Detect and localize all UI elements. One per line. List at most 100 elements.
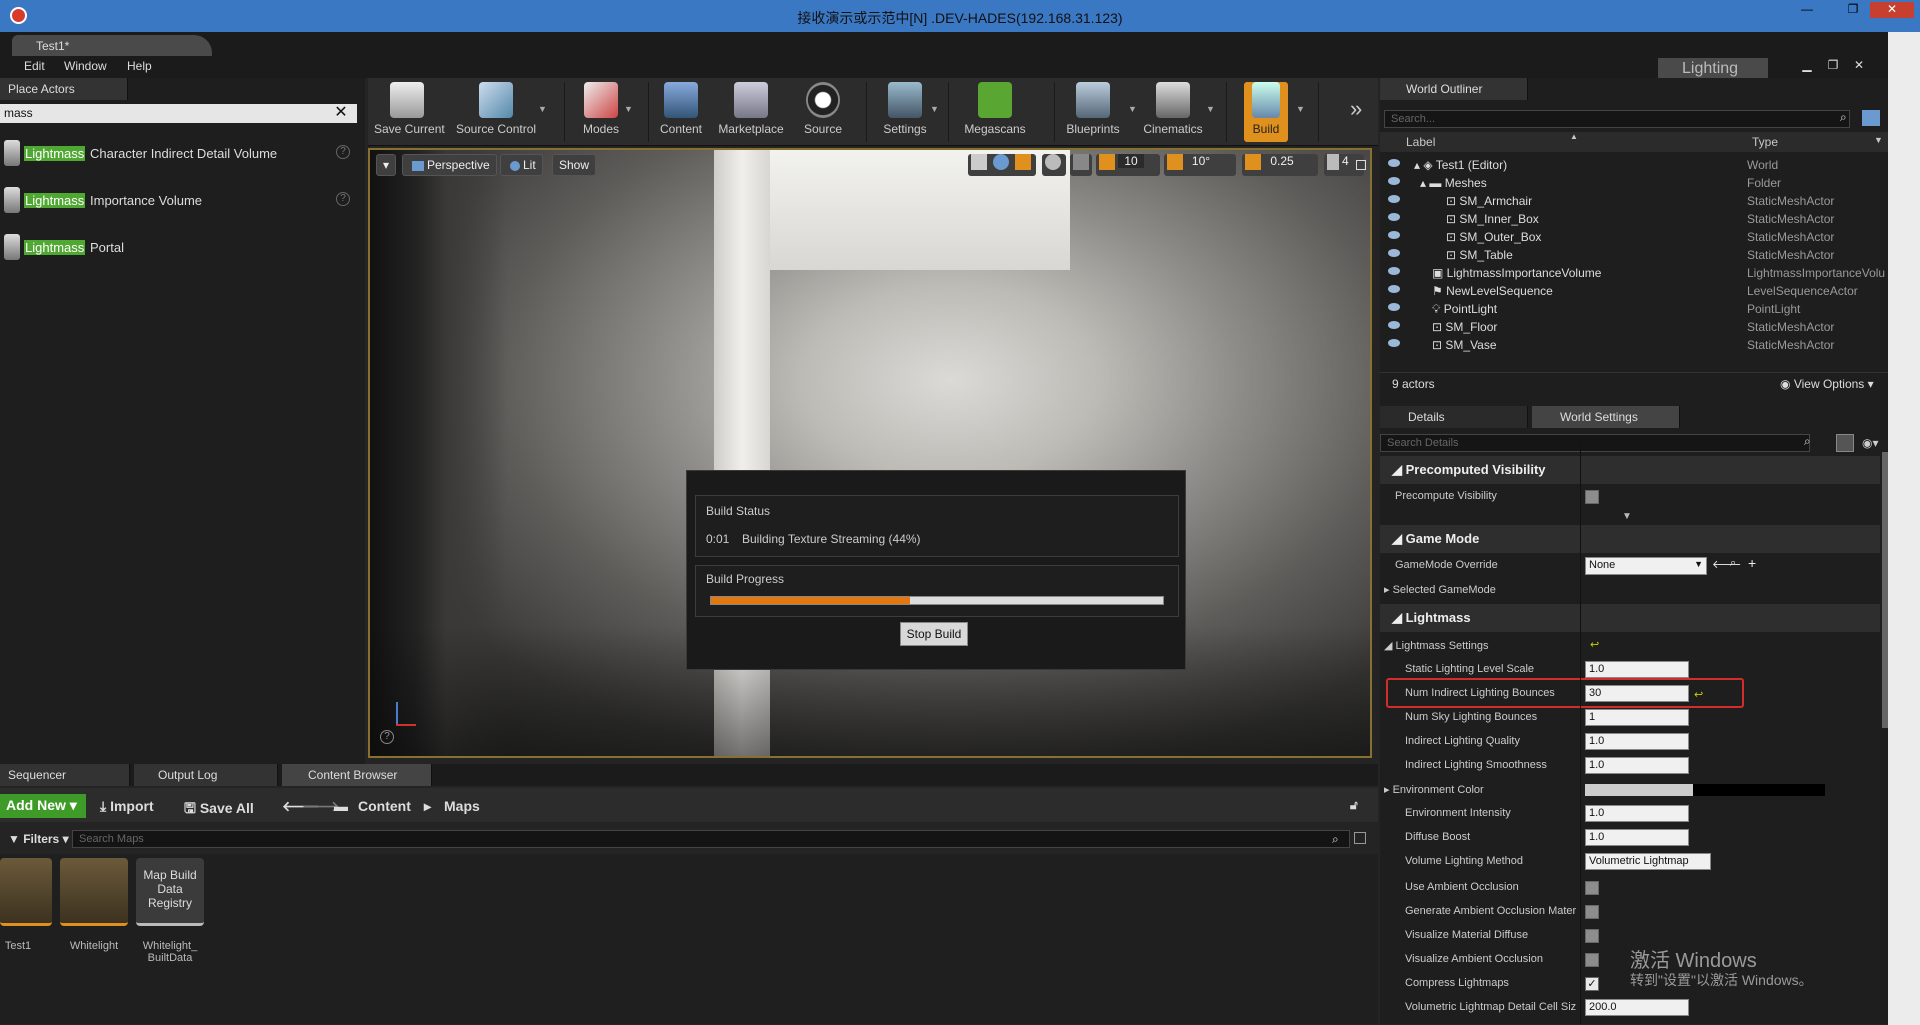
chevron-down-icon[interactable]: ▼ [1128, 104, 1137, 114]
asset-whitelight-thumb[interactable] [60, 858, 128, 926]
chevron-down-icon[interactable]: ▼ [1296, 104, 1305, 114]
chevron-down-icon[interactable]: ▼ [930, 104, 939, 114]
modes-button[interactable]: Modes [578, 82, 624, 142]
outliner-row[interactable]: ⊡ SM_Table StaticMeshActor [1380, 246, 1888, 264]
eye-icon[interactable] [1388, 321, 1400, 329]
outliner-row[interactable]: ⚑ NewLevelSequence LevelSequenceActor [1380, 282, 1888, 300]
outliner-row[interactable]: ⊡ SM_Armchair StaticMeshActor [1380, 192, 1888, 210]
minimize-icon[interactable]: — [1792, 2, 1822, 18]
eye-icon[interactable] [1388, 195, 1400, 203]
eye-icon[interactable]: ◉▾ [1862, 436, 1879, 450]
eye-icon[interactable] [1388, 177, 1400, 185]
save-search-icon[interactable] [1354, 832, 1366, 844]
prop-number-input[interactable]: 1.0 [1585, 733, 1689, 750]
megascans-button[interactable]: Megascans [960, 82, 1030, 142]
actor-lightmass-character-indirect[interactable]: Lightmass Character Indirect Detail Volu… [0, 130, 360, 174]
tab-output-log[interactable]: Output Log [134, 764, 278, 786]
outliner-row[interactable]: ▴ ▬ Meshes Folder [1380, 174, 1888, 192]
outliner-row[interactable]: ⊡ SM_Outer_Box StaticMeshActor [1380, 228, 1888, 246]
tab-place-actors[interactable]: Place Actors [0, 78, 128, 100]
right-scrollbar[interactable] [1888, 32, 1920, 1025]
eye-icon[interactable] [1388, 285, 1400, 293]
tab-world-settings[interactable]: World Settings [1532, 406, 1680, 428]
outliner-search-input[interactable]: Search... [1384, 110, 1850, 128]
tab-sequencer[interactable]: Sequencer [0, 764, 130, 786]
help-icon[interactable]: ? [336, 192, 350, 206]
restore-icon[interactable]: ❐ [1838, 2, 1868, 18]
menu-window[interactable]: Window [64, 59, 107, 73]
chevron-down-icon[interactable]: ▼ [538, 104, 547, 114]
content-button[interactable]: Content [656, 82, 706, 142]
reset-icon[interactable]: ↩ [1590, 638, 1599, 651]
prop-number-input[interactable]: 1.0 [1585, 661, 1689, 678]
import-button[interactable]: ⤓ Import [100, 798, 154, 815]
search-icon[interactable]: ⌕ [1840, 110, 1847, 125]
editor-close-icon[interactable]: ✕ [1848, 58, 1870, 74]
prop-number-input[interactable]: 1.0 [1585, 757, 1689, 774]
category-lightmass[interactable]: ◢ Lightmass [1380, 604, 1880, 632]
outliner-row[interactable]: ⊡ SM_Floor StaticMeshActor [1380, 318, 1888, 336]
asset-builtdata-thumb[interactable]: Map Build Data Registry [136, 858, 204, 926]
editor-minimize-icon[interactable]: ▁ [1796, 58, 1818, 74]
blueprints-button[interactable]: Blueprints [1060, 82, 1126, 142]
search-maps-input[interactable]: Search Maps [72, 830, 1350, 848]
help-icon[interactable]: ? [380, 730, 394, 744]
close-icon[interactable]: ✕ [1870, 2, 1914, 18]
rotation-snap[interactable]: 10° [1164, 154, 1236, 176]
editor-restore-icon[interactable]: ❐ [1822, 58, 1844, 74]
chevron-down-icon[interactable]: ▼ [1206, 104, 1215, 114]
prop-number-input[interactable]: 1 [1585, 709, 1689, 726]
tab-test1[interactable]: Test1* [12, 35, 212, 56]
row-lightmass-settings[interactable]: ◢ Lightmass Settings ↩ [1380, 634, 1880, 658]
outliner-row[interactable]: 💡︎ PointLight PointLight [1380, 300, 1888, 318]
browse-icon[interactable]: ⌕ [1730, 557, 1736, 570]
menu-edit[interactable]: Edit [24, 59, 45, 73]
chevron-down-icon[interactable]: ▼ [624, 104, 633, 114]
grid-snap[interactable]: 10 [1096, 154, 1160, 176]
outliner-row[interactable]: ⊡ SM_Inner_Box StaticMeshActor [1380, 210, 1888, 228]
filters-button[interactable]: ▼ Filters ▾ [8, 832, 69, 846]
search-icon[interactable]: ⌕ [1804, 434, 1811, 449]
col-type[interactable]: Type [1752, 135, 1778, 149]
scale-icon[interactable] [1015, 154, 1031, 170]
tab-world-outliner[interactable]: World Outliner [1380, 78, 1528, 100]
outliner-settings-icon[interactable] [1862, 110, 1880, 126]
eye-icon[interactable] [1388, 303, 1400, 311]
path-maps[interactable]: Maps [444, 798, 480, 814]
outliner-row[interactable]: ▴ ◈ Test1 (Editor) World [1380, 156, 1888, 174]
scale-snap[interactable]: 0.25 [1242, 154, 1318, 176]
eye-icon[interactable] [1388, 159, 1400, 167]
details-search-input[interactable]: Search Details [1380, 434, 1810, 452]
save-all-button[interactable]: 🖫 Save All [184, 798, 254, 822]
settings-button[interactable]: Settings [878, 82, 932, 142]
source-button[interactable]: Source [798, 82, 848, 142]
prop-checkbox[interactable] [1585, 881, 1599, 895]
translate-icon[interactable] [971, 154, 987, 170]
coordinate-system[interactable] [1042, 154, 1066, 176]
build-button[interactable]: Build [1244, 82, 1288, 142]
details-scrollbar-thumb[interactable] [1882, 452, 1888, 728]
chevron-right-icon[interactable]: ▸ [424, 798, 431, 815]
outliner-row[interactable]: ▣ LightmassImportanceVolume LightmassImpo… [1380, 264, 1888, 282]
perspective-button[interactable]: Perspective [402, 154, 497, 176]
maximize-viewport-icon[interactable] [1356, 160, 1366, 170]
add-icon[interactable]: + [1748, 555, 1756, 571]
outliner-row[interactable]: ⊡ SM_Vase StaticMeshActor [1380, 336, 1888, 354]
source-control-button[interactable]: Source Control [456, 82, 536, 142]
lit-button[interactable]: Lit [500, 154, 543, 176]
tab-details[interactable]: Details [1380, 406, 1528, 428]
chevron-down-icon[interactable]: ▼ [1874, 135, 1883, 145]
menu-help[interactable]: Help [127, 59, 152, 73]
prop-number-input[interactable]: 200.0 [1585, 999, 1689, 1016]
clear-search-icon[interactable]: ✕ [330, 104, 352, 123]
prop-checkbox[interactable] [1585, 953, 1599, 967]
marketplace-button[interactable]: Marketplace [716, 82, 786, 142]
use-selected-icon[interactable]: 🡐 [1712, 557, 1742, 571]
cinematics-button[interactable]: Cinematics [1140, 82, 1206, 142]
property-matrix-icon[interactable] [1836, 434, 1854, 452]
search-icon[interactable]: ⌕ [1332, 832, 1339, 847]
editor-minimize-icon[interactable] [1816, 34, 1838, 50]
row-selected-gamemode[interactable]: ▸ Selected GameMode [1380, 578, 1880, 602]
volume-lighting-method-select[interactable]: Volumetric Lightmap [1585, 853, 1711, 870]
surface-snap[interactable] [1070, 154, 1092, 176]
